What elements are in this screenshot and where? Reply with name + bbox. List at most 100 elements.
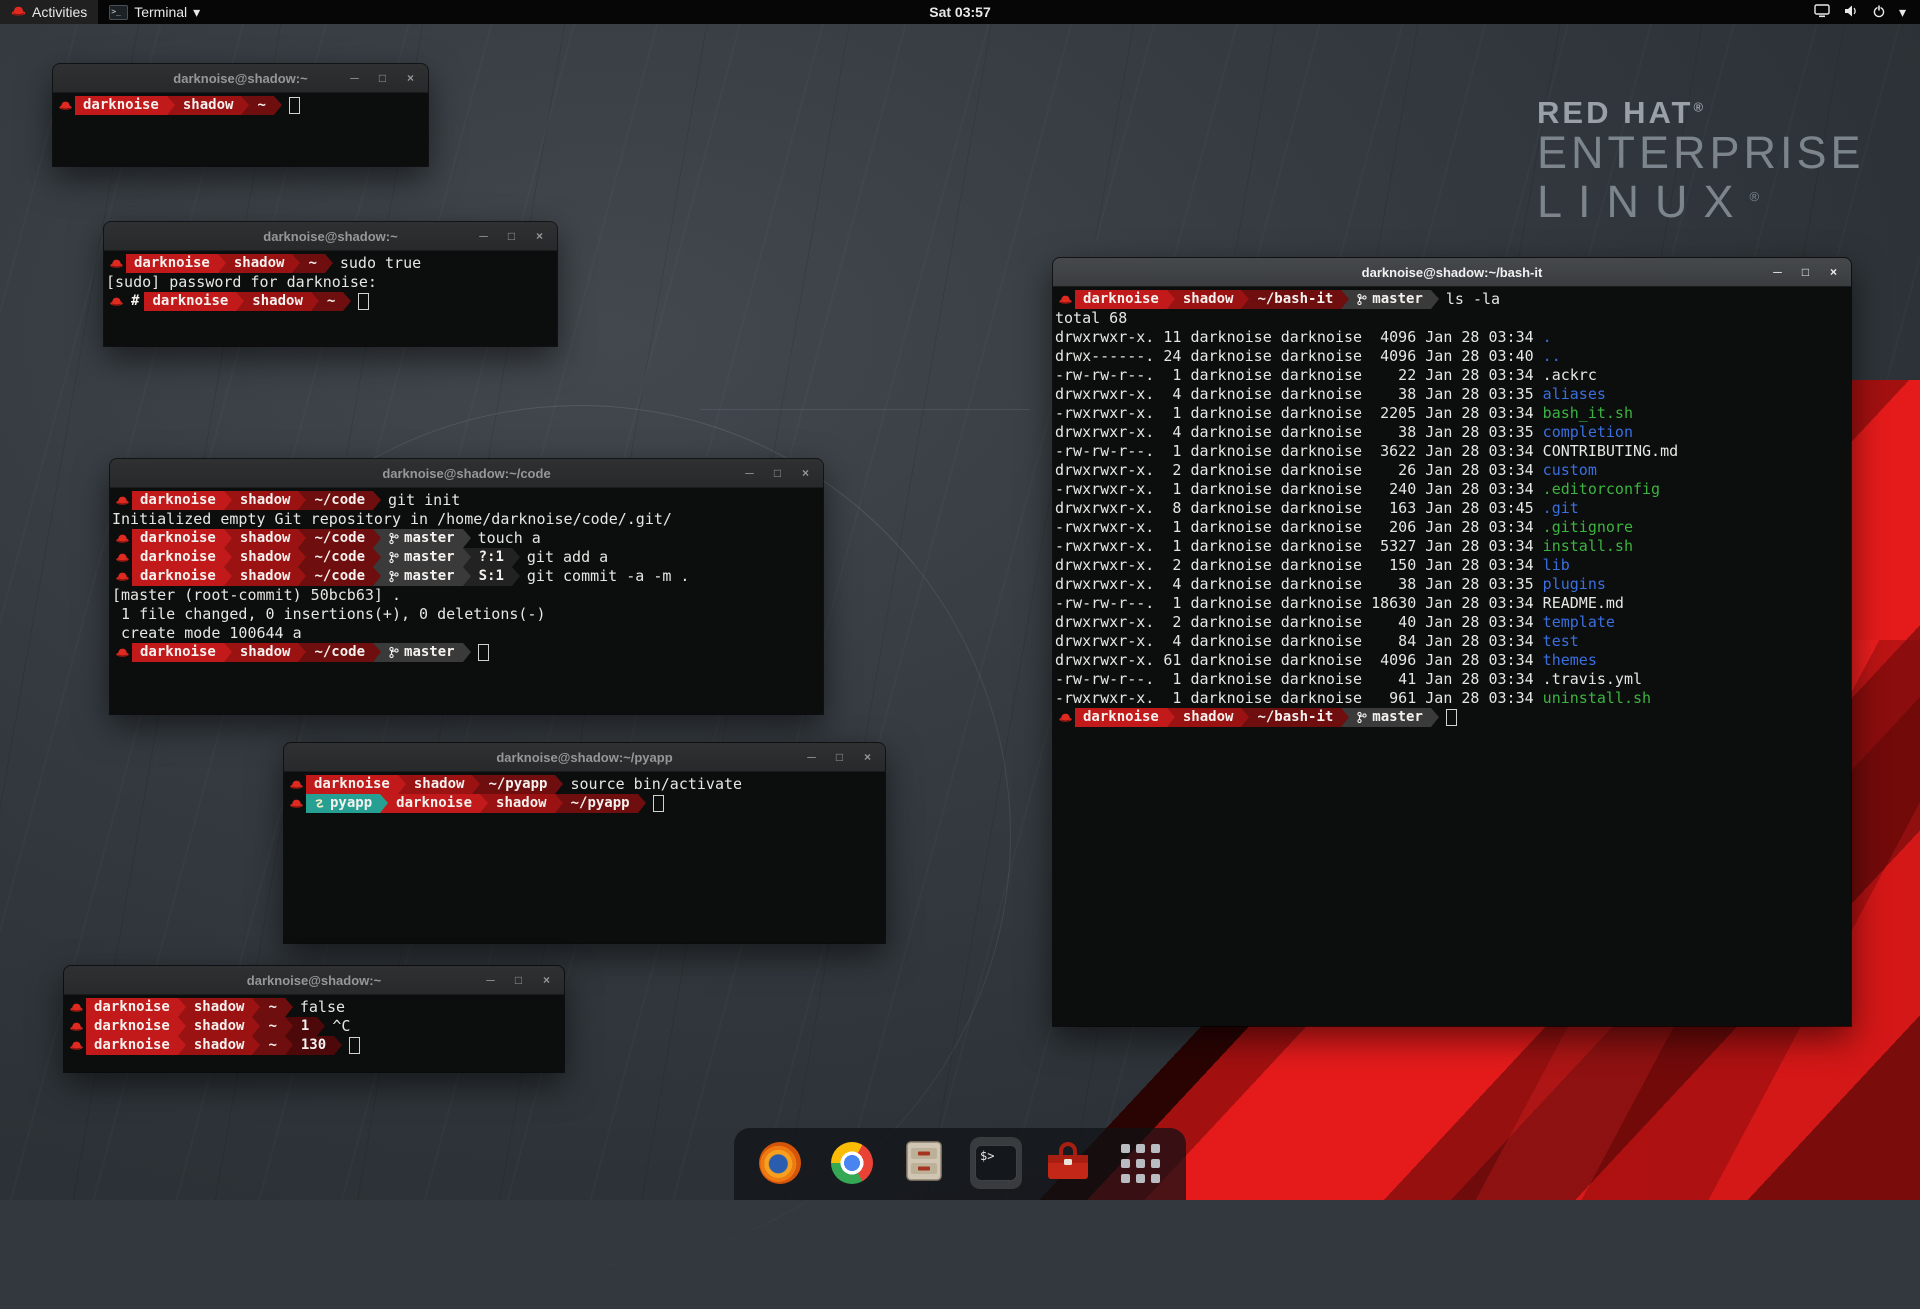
window-title: darknoise@shadow:~/pyapp <box>496 750 672 765</box>
powerline-separator <box>292 254 300 273</box>
maximize-button[interactable]: □ <box>831 749 848 766</box>
file-name: .editorconfig <box>1543 480 1660 498</box>
terminal-window-pyapp[interactable]: darknoise@shadow:~/pyapp ─ □ × darknoisesh… <box>284 743 885 943</box>
prompt-segment: darknoise <box>1075 708 1167 727</box>
prompt-segment: darknoise <box>132 548 224 567</box>
powerline-separator <box>178 998 186 1017</box>
powerline-separator <box>512 567 520 586</box>
redhat-prompt-icon <box>112 643 132 662</box>
powerline-separator <box>1431 708 1439 727</box>
minimize-button[interactable]: ─ <box>346 70 363 87</box>
powerline-separator <box>298 567 306 586</box>
close-button[interactable]: × <box>402 70 419 87</box>
prompt-segment: darknoise <box>1075 290 1167 309</box>
terminal-content[interactable]: darknoiseshadow~falsedarknoiseshadow~1^C… <box>64 995 564 1072</box>
terminal-content[interactable]: darknoiseshadow~/codegit initInitialized… <box>110 488 823 714</box>
minimize-button[interactable]: ─ <box>482 972 499 989</box>
prompt-segment: ~ <box>260 1036 284 1055</box>
prompt-segment: darknoise <box>132 567 224 586</box>
dock-files[interactable] <box>898 1137 950 1189</box>
window-titlebar[interactable]: darknoise@shadow:~/bash-it ─□× <box>1053 258 1851 287</box>
redhat-prompt-icon <box>66 1036 86 1055</box>
window-titlebar[interactable]: darknoise@shadow:~ ─ □ × <box>64 966 564 995</box>
dock-app-grid[interactable] <box>1114 1137 1166 1189</box>
minimize-button[interactable]: ─ <box>803 749 820 766</box>
registered-mark: ® <box>1693 100 1706 115</box>
dock: $> <box>734 1128 1186 1200</box>
powerline-separator <box>512 548 520 567</box>
minimize-button[interactable]: ─ <box>741 465 758 482</box>
powerline-separator <box>285 998 293 1017</box>
file-name: uninstall.sh <box>1543 689 1651 707</box>
window-titlebar[interactable]: darknoise@shadow:~ ─□× <box>53 64 428 93</box>
window-title: darknoise@shadow:~ <box>247 973 381 988</box>
file-list-row: drwxrwxr-x. 4 darknoise darknoise 38 Jan… <box>1055 385 1849 404</box>
file-name: lib <box>1543 556 1570 574</box>
maximize-button[interactable]: □ <box>503 228 520 245</box>
maximize-button[interactable]: □ <box>510 972 527 989</box>
close-button[interactable]: × <box>859 749 876 766</box>
dock-chrome[interactable] <box>826 1137 878 1189</box>
file-list-row: -rw-rw-r--. 1 darknoise darknoise 41 Jan… <box>1055 670 1849 689</box>
close-button[interactable]: × <box>538 972 555 989</box>
terminal-prompt-line: darknoiseshadow~/bash-itmasterls -la <box>1055 290 1849 309</box>
close-button[interactable]: × <box>797 465 814 482</box>
window-titlebar[interactable]: darknoise@shadow:~ ─□× <box>104 222 557 251</box>
terminal-prompt-line: darknoiseshadow~/codemastertouch a <box>112 529 821 548</box>
powerline-separator <box>1341 290 1349 309</box>
terminal-prompt-line: pyappdarknoiseshadow~/pyapp <box>286 794 883 813</box>
prompt-segment: shadow <box>244 292 311 311</box>
maximize-button[interactable]: □ <box>374 70 391 87</box>
terminal-content[interactable]: darknoiseshadow~/pyappsource bin/activat… <box>284 772 885 943</box>
command-text: ls -la <box>1439 290 1500 309</box>
terminal-window-sudo[interactable]: darknoise@shadow:~ ─□× darknoiseshadow~s… <box>104 222 557 346</box>
redhat-prompt-icon <box>66 1017 86 1036</box>
close-button[interactable]: × <box>1825 264 1842 281</box>
powerline-separator <box>298 548 306 567</box>
minimize-button[interactable]: ─ <box>475 228 492 245</box>
chevron-down-icon: ▾ <box>1899 4 1906 21</box>
file-list-row: -rw-rw-r--. 1 darknoise darknoise 18630 … <box>1055 594 1849 613</box>
terminal-output-line: create mode 100644 a <box>112 624 821 643</box>
window-titlebar[interactable]: darknoise@shadow:~/pyapp ─ □ × <box>284 743 885 772</box>
branding-redhat: RED HAT® <box>1537 96 1865 129</box>
prompt-segment: shadow <box>488 794 555 813</box>
prompt-segment: S:1 <box>471 567 512 586</box>
file-list-row: -rwxrwxr-x. 1 darknoise darknoise 5327 J… <box>1055 537 1849 556</box>
prompt-segment: ~/code <box>306 548 373 567</box>
prompt-segment: master <box>1349 290 1431 309</box>
prompt-segment: ~ <box>260 998 284 1017</box>
activities-button[interactable]: Activities <box>0 0 98 24</box>
activities-label: Activities <box>32 4 87 20</box>
minimize-button[interactable]: ─ <box>1769 264 1786 281</box>
terminal-content[interactable]: darknoiseshadow~ <box>53 93 428 166</box>
file-name: custom <box>1543 461 1597 479</box>
prompt-segment: ~/bash-it <box>1249 708 1341 727</box>
close-button[interactable]: × <box>531 228 548 245</box>
terminal-window-home-1[interactable]: darknoise@shadow:~ ─□× darknoiseshadow~ <box>53 64 428 166</box>
clock[interactable]: Sat 03:57 <box>929 4 990 20</box>
terminal-window-home-2[interactable]: darknoise@shadow:~ ─□× darknoiseshadow~f… <box>64 966 564 1072</box>
maximize-button[interactable]: □ <box>1797 264 1814 281</box>
terminal-content[interactable]: darknoiseshadow~/bash-itmasterls -latota… <box>1053 287 1851 1026</box>
dock-terminal[interactable]: $> <box>970 1137 1022 1189</box>
powerline-separator <box>638 794 646 813</box>
dock-firefox[interactable] <box>754 1137 806 1189</box>
display-icon <box>1814 4 1830 21</box>
prompt-segment: darknoise <box>75 96 167 115</box>
prompt-segment: darknoise <box>126 254 218 273</box>
powerline-separator <box>167 96 175 115</box>
terminal-window-bash-it[interactable]: darknoise@shadow:~/bash-it ─□× darknoise… <box>1053 258 1851 1026</box>
maximize-button[interactable]: □ <box>769 465 786 482</box>
prompt-segment: shadow <box>232 643 299 662</box>
terminal-window-code[interactable]: darknoise@shadow:~/code ─□× darknoisesha… <box>110 459 823 714</box>
redhat-prompt-icon <box>286 775 306 794</box>
dock-toolbox[interactable] <box>1042 1137 1094 1189</box>
file-name: completion <box>1543 423 1633 441</box>
system-status-area[interactable]: ▾ <box>1800 0 1920 24</box>
file-list-row: drwxrwxr-x. 4 darknoise darknoise 38 Jan… <box>1055 575 1849 594</box>
terminal-content[interactable]: darknoiseshadow~sudo true[sudo] password… <box>104 251 557 346</box>
app-menu-terminal[interactable]: >_ Terminal ▾ <box>98 0 211 24</box>
window-titlebar[interactable]: darknoise@shadow:~/code ─□× <box>110 459 823 488</box>
prompt-segment: shadow <box>186 998 253 1017</box>
